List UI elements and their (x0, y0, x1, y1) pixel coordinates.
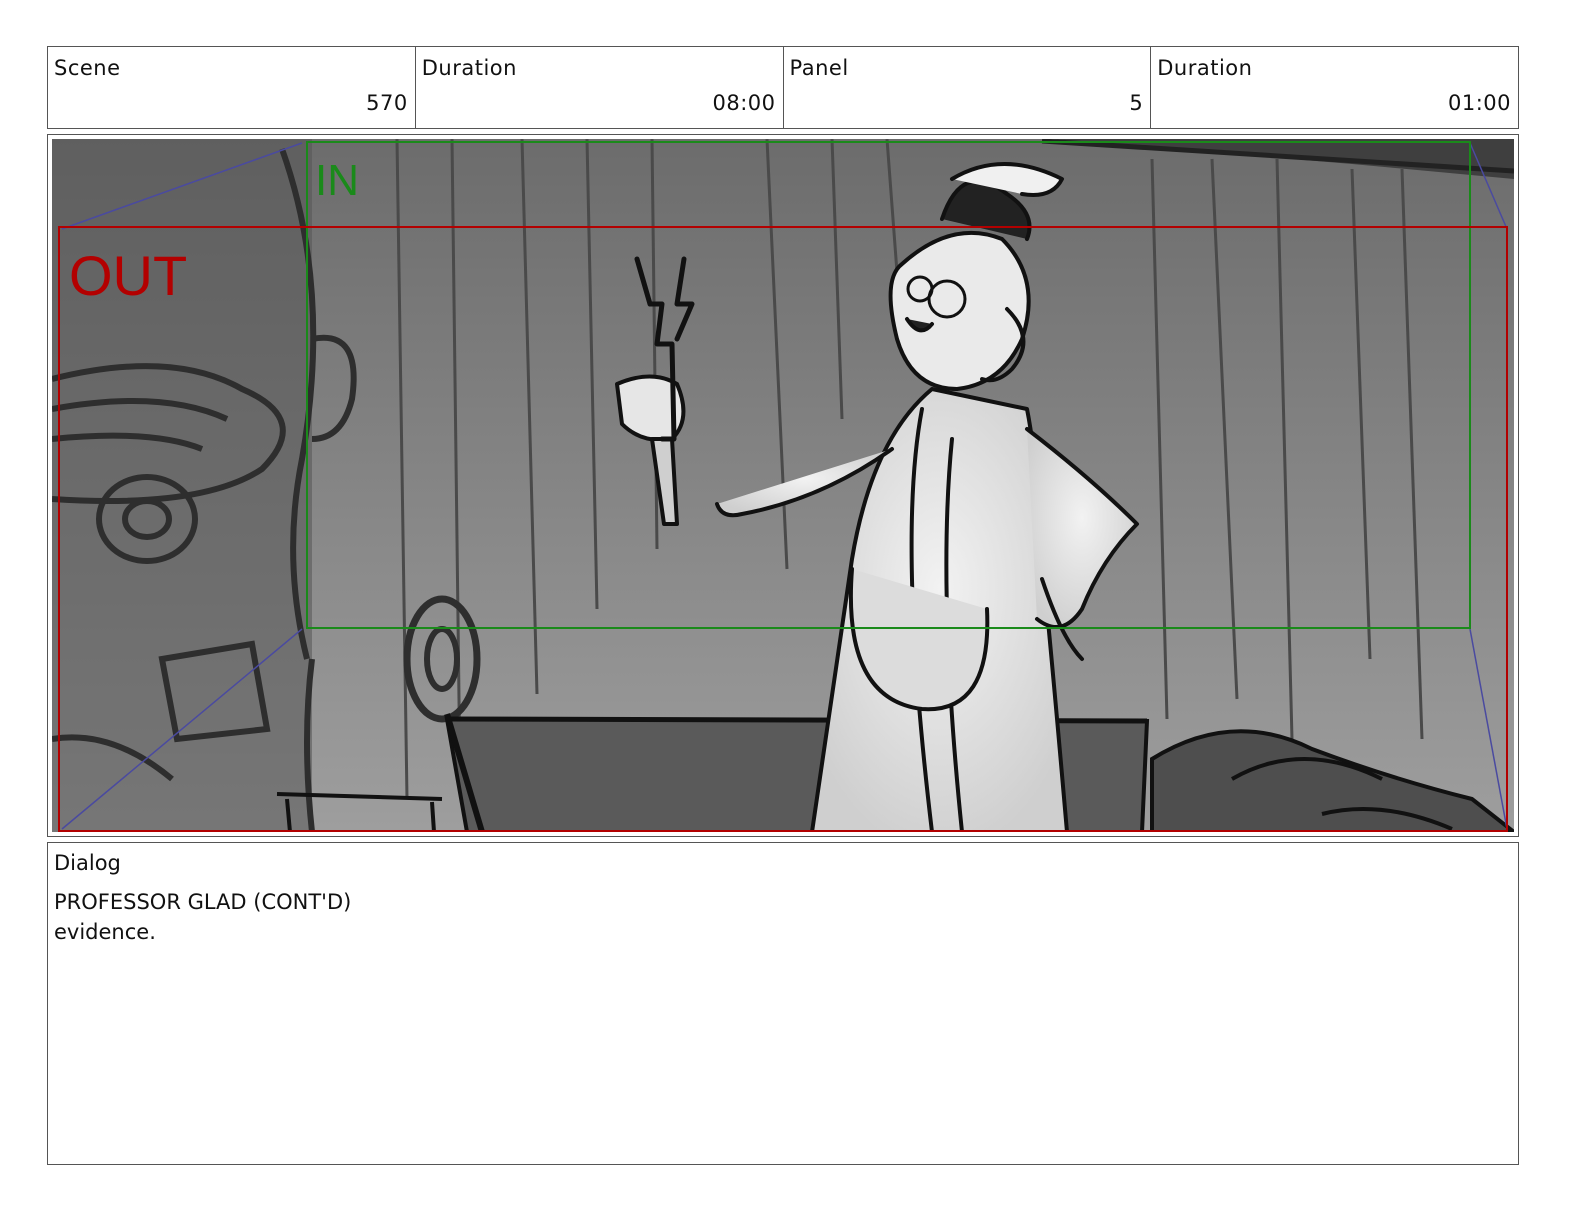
storyboard-panel-frame: IN OUT (47, 134, 1519, 837)
scene-label: Scene (54, 56, 121, 80)
dialog-line: evidence. (54, 920, 156, 944)
dialog-character: PROFESSOR GLAD (CONT'D) (54, 890, 352, 914)
panel-cell: Panel 5 (784, 47, 1152, 128)
dialog-label: Dialog (54, 851, 121, 875)
panel-info-header: Scene 570 Duration 08:00 Panel 5 Duratio… (47, 46, 1519, 129)
panel-duration-label: Duration (1157, 56, 1253, 80)
scene-cell: Scene 570 (48, 47, 416, 128)
storyboard-drawing: IN OUT (52, 139, 1514, 832)
dialog-text: PROFESSOR GLAD (CONT'D) evidence. (54, 887, 351, 947)
dialog-box: Dialog PROFESSOR GLAD (CONT'D) evidence. (47, 842, 1519, 1165)
scene-duration-label: Duration (421, 56, 517, 80)
scene-number: 570 (366, 91, 408, 115)
in-frame-label: IN (315, 156, 359, 205)
panel-label: Panel (789, 56, 849, 80)
panel-duration-cell: Duration 01:00 (1151, 47, 1518, 128)
panel-duration-value: 01:00 (1447, 91, 1511, 115)
scene-duration-cell: Duration 08:00 (416, 47, 784, 128)
panel-number: 5 (1129, 91, 1144, 115)
out-frame-label: OUT (69, 244, 187, 307)
scene-duration-value: 08:00 (712, 91, 776, 115)
